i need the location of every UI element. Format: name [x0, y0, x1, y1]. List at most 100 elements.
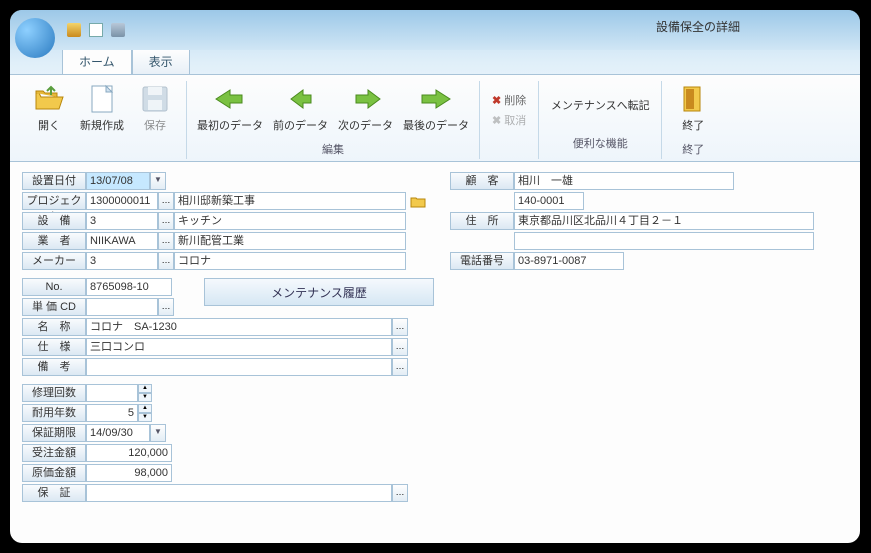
left-column: 設置日付 13/07/08 ▼ プロジェクト 1300000011 … 相川邸新… — [22, 172, 434, 504]
label-maker: メーカー — [22, 252, 86, 270]
guarantee-field[interactable] — [86, 484, 392, 502]
next-record-button[interactable]: 次のデータ — [334, 81, 397, 135]
maker-lookup-button[interactable]: … — [158, 252, 174, 270]
project-code-field[interactable]: 1300000011 — [86, 192, 158, 210]
unitcd-field[interactable] — [86, 298, 158, 316]
ribbon-tabs: ホーム 表示 — [62, 48, 860, 74]
delete-icon: ✖ — [492, 94, 501, 107]
app-window: 設備保全の詳細 ホーム 表示 開く 新規作成 保存 — [10, 10, 860, 543]
warranty-field[interactable]: 14/09/30 — [86, 424, 150, 442]
delete-button[interactable]: ✖ 削除 — [486, 90, 532, 110]
label-order-amt: 受注金額 — [22, 444, 86, 462]
arrow-first-icon — [214, 83, 246, 115]
cancel-icon: ✖ — [492, 114, 501, 127]
save-button[interactable]: 保存 — [130, 81, 180, 135]
transfer-button[interactable]: メンテナンスへ転記 — [545, 95, 655, 115]
warranty-dropdown[interactable]: ▼ — [150, 424, 166, 442]
no-field[interactable]: 8765098-10 — [86, 278, 172, 296]
install-date-dropdown[interactable]: ▼ — [150, 172, 166, 190]
last-record-button[interactable]: 最後のデータ — [399, 81, 473, 135]
save-icon — [139, 83, 171, 115]
install-date-field[interactable]: 13/07/08 — [86, 172, 150, 190]
prev-record-button[interactable]: 前のデータ — [269, 81, 332, 135]
postal-field[interactable]: 140-0001 — [514, 192, 584, 210]
ribbon-group-delete: ✖ 削除 ✖ 取消 — [480, 81, 539, 159]
order-amt-field[interactable]: 120,000 — [86, 444, 172, 462]
spec-field[interactable]: 三口コンロ — [86, 338, 392, 356]
qat-new-icon[interactable] — [89, 23, 103, 37]
maker-code-field[interactable]: 3 — [86, 252, 158, 270]
maintenance-history-button[interactable]: メンテナンス履歴 — [204, 278, 434, 306]
cost-amt-field[interactable]: 98,000 — [86, 464, 172, 482]
document-new-icon — [86, 83, 118, 115]
open-button[interactable]: 開く — [24, 81, 74, 135]
project-name-field[interactable]: 相川邸新築工事 — [174, 192, 406, 210]
repairs-spinner[interactable]: ▲▼ — [138, 384, 152, 402]
first-record-button[interactable]: 最初のデータ — [193, 81, 267, 135]
label-spec: 仕 様 — [22, 338, 86, 356]
lifespan-field[interactable]: 5 — [86, 404, 138, 422]
label-lifespan: 耐用年数 — [22, 404, 86, 422]
name-field[interactable]: コロナ SA-1230 — [86, 318, 392, 336]
equipment-code-field[interactable]: 3 — [86, 212, 158, 230]
project-folder-icon[interactable] — [408, 192, 428, 210]
ribbon-group-edit-label: 編集 — [193, 135, 473, 157]
ribbon: 開く 新規作成 保存 最初のデータ — [10, 74, 860, 162]
label-address: 住 所 — [450, 212, 514, 230]
cancel-button[interactable]: ✖ 取消 — [486, 110, 532, 130]
ribbon-group-exit: 終了 終了 — [662, 81, 724, 159]
label-install-date: 設置日付 — [22, 172, 86, 190]
name-lookup-button[interactable]: … — [392, 318, 408, 336]
customer-field[interactable]: 相川 一雄 — [514, 172, 734, 190]
titlebar: 設備保全の詳細 — [10, 10, 860, 50]
label-equipment: 設 備 — [22, 212, 86, 230]
new-button[interactable]: 新規作成 — [76, 81, 128, 135]
arrow-left-icon — [285, 83, 317, 115]
label-customer: 顧 客 — [450, 172, 514, 190]
label-cost-amt: 原価金額 — [22, 464, 86, 482]
ribbon-group-edit: 最初のデータ 前のデータ 次のデータ 最後のデータ 編集 — [187, 81, 480, 159]
remarks-field[interactable] — [86, 358, 392, 376]
ribbon-group-exit-label: 終了 — [668, 135, 718, 157]
label-no: No. — [22, 278, 86, 296]
equipment-name-field[interactable]: キッチン — [174, 212, 406, 230]
door-exit-icon — [677, 83, 709, 115]
ribbon-group-useful: メンテナンスへ転記 便利な機能 — [539, 81, 662, 159]
address2-field[interactable] — [514, 232, 814, 250]
vendor-lookup-button[interactable]: … — [158, 232, 174, 250]
window-title: 設備保全の詳細 — [656, 18, 740, 35]
vendor-code-field[interactable]: NIIKAWA — [86, 232, 158, 250]
unitcd-lookup-button[interactable]: … — [158, 298, 174, 316]
label-remarks: 備 考 — [22, 358, 86, 376]
label-warranty: 保証期限 — [22, 424, 86, 442]
label-guarantee: 保 証 — [22, 484, 86, 502]
arrow-right-icon — [350, 83, 382, 115]
vendor-name-field[interactable]: 新川配管工業 — [174, 232, 406, 250]
exit-button[interactable]: 終了 — [668, 81, 718, 135]
project-lookup-button[interactable]: … — [158, 192, 174, 210]
repairs-field[interactable] — [86, 384, 138, 402]
arrow-last-icon — [420, 83, 452, 115]
label-name: 名 称 — [22, 318, 86, 336]
app-menu-globe-icon[interactable] — [15, 18, 55, 58]
label-repairs: 修理回数 — [22, 384, 86, 402]
label-vendor: 業 者 — [22, 232, 86, 250]
right-column: 顧 客 相川 一雄 140-0001 住 所 東京都品川区北品川４丁目２－１ 電… — [450, 172, 848, 272]
qat-open-icon[interactable] — [67, 23, 81, 37]
equipment-lookup-button[interactable]: … — [158, 212, 174, 230]
label-project: プロジェクト — [22, 192, 86, 210]
remarks-lookup-button[interactable]: … — [392, 358, 408, 376]
maker-name-field[interactable]: コロナ — [174, 252, 406, 270]
label-unitcd: 単 価 CD — [22, 298, 86, 316]
label-phone: 電話番号 — [450, 252, 514, 270]
ribbon-group-file: 開く 新規作成 保存 — [18, 81, 187, 159]
guarantee-lookup-button[interactable]: … — [392, 484, 408, 502]
phone-field[interactable]: 03-8971-0087 — [514, 252, 624, 270]
tab-home[interactable]: ホーム — [62, 48, 132, 74]
lifespan-spinner[interactable]: ▲▼ — [138, 404, 152, 422]
qat-save-icon[interactable] — [111, 23, 125, 37]
form-area: 設置日付 13/07/08 ▼ プロジェクト 1300000011 … 相川邸新… — [10, 162, 860, 514]
address-field[interactable]: 東京都品川区北品川４丁目２－１ — [514, 212, 814, 230]
spec-lookup-button[interactable]: … — [392, 338, 408, 356]
tab-view[interactable]: 表示 — [132, 48, 190, 74]
